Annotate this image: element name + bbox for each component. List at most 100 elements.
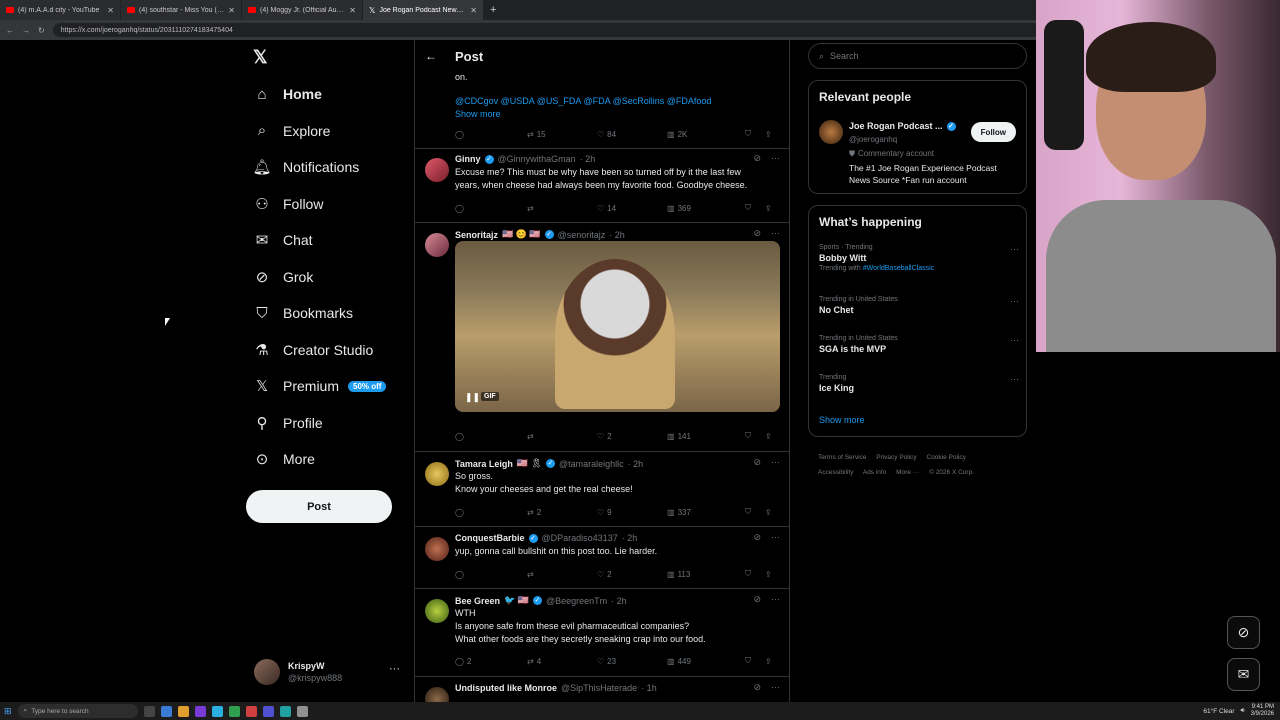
- more-icon[interactable]: ···: [1010, 374, 1019, 384]
- app-icon[interactable]: [160, 705, 172, 717]
- more-icon[interactable]: ···: [1010, 244, 1019, 254]
- post-button[interactable]: Post: [246, 490, 392, 523]
- arrow-left-icon[interactable]: ←: [425, 49, 437, 63]
- reply-button[interactable]: ◯: [455, 570, 527, 579]
- repost-button[interactable]: ⇄: [527, 204, 597, 213]
- app-icon[interactable]: [177, 705, 189, 717]
- more-icon[interactable]: ···: [771, 532, 780, 543]
- author-handle[interactable]: @GinnywithaGman: [498, 154, 576, 164]
- grok-icon[interactable]: ⊘: [753, 594, 761, 605]
- views-button[interactable]: ▥ 369: [667, 204, 745, 213]
- author-name[interactable]: Ginny: [455, 154, 481, 164]
- grok-fab-button[interactable]: ⊘: [1227, 616, 1260, 649]
- footer-link[interactable]: Ads info: [863, 469, 887, 476]
- grok-icon[interactable]: ⊘: [753, 532, 761, 543]
- share-icon[interactable]: ⇪: [765, 570, 772, 579]
- views-button[interactable]: ▥ 449: [667, 657, 745, 666]
- new-tab-icon[interactable]: +: [484, 4, 502, 16]
- like-button[interactable]: ♡ 9: [597, 508, 667, 517]
- author-name[interactable]: ConquestBarbie: [455, 533, 525, 543]
- nav-profile[interactable]: ⚲ Profile: [246, 405, 406, 442]
- messages-fab-button[interactable]: ✉: [1227, 658, 1260, 691]
- trend-item[interactable]: Sports · Trending Bobby Witt Trending wi…: [819, 244, 1019, 272]
- reply-button[interactable]: ◯ 2: [455, 657, 527, 666]
- nav-grok[interactable]: ⊘ Grok: [246, 259, 406, 296]
- nav-bookmarks[interactable]: ⛉ Bookmarks: [246, 295, 406, 332]
- nav-more[interactable]: ⊙ More: [246, 441, 406, 478]
- author-handle[interactable]: @senoritajz: [558, 230, 606, 240]
- reply-tweet[interactable]: Bee Green 🐦 🇺🇸 ✓ @BeegreenTm · 2h ⊘ ··· WTH Is…: [415, 590, 789, 677]
- browser-tab-youtube-2[interactable]: (4) southstar - Miss You (Extended✕: [121, 0, 241, 20]
- views-button[interactable]: ▥ 141: [667, 432, 745, 441]
- nav-notifications[interactable]: 🔔︎ Notifications: [246, 149, 406, 186]
- views-button[interactable]: ▥ 113: [667, 570, 745, 579]
- nav-follow[interactable]: ⚇ Follow: [246, 186, 406, 223]
- browser-tab-youtube-3[interactable]: (4) Moggy Jr. (Official Audio) - Ra✕: [242, 0, 362, 20]
- app-icon[interactable]: [262, 705, 274, 717]
- like-button[interactable]: ♡ 23: [597, 657, 667, 666]
- close-tab-icon[interactable]: ✕: [107, 6, 114, 15]
- trend-item[interactable]: Trending Ice King ···: [819, 374, 1019, 393]
- views-button[interactable]: ▥ 337: [667, 508, 745, 517]
- app-icon[interactable]: [296, 705, 308, 717]
- reply-button[interactable]: ◯: [455, 508, 527, 517]
- search-input[interactable]: ⌕ Search: [808, 43, 1027, 69]
- weather-widget[interactable]: 61°F Clear: [1203, 708, 1234, 715]
- browser-tab-x-active[interactable]: 𝕏Joe Rogan Podcast News on X: "I✕: [363, 0, 483, 20]
- show-more-link[interactable]: Show more: [455, 109, 501, 119]
- footer-link[interactable]: Terms of Service: [818, 454, 866, 461]
- footer-link[interactable]: Cookie Policy: [927, 454, 966, 461]
- back-nav-icon[interactable]: ←: [6, 26, 14, 35]
- reply-button[interactable]: ◯: [455, 432, 527, 441]
- like-button[interactable]: ♡ 2: [597, 570, 667, 579]
- more-icon[interactable]: ···: [771, 457, 780, 468]
- grok-icon[interactable]: ⊘: [753, 682, 761, 693]
- bookmark-icon[interactable]: ⛉: [745, 431, 765, 441]
- author-name[interactable]: Senoritajz: [455, 230, 498, 240]
- windows-start-icon[interactable]: ⊞: [4, 706, 12, 717]
- more-icon[interactable]: ···: [1010, 335, 1019, 345]
- like-button[interactable]: ♡ 84: [597, 130, 667, 139]
- reply-button[interactable]: ◯: [455, 204, 527, 213]
- app-icon[interactable]: [194, 705, 206, 717]
- author-handle[interactable]: @tamaraleighllc: [559, 459, 624, 469]
- author-name[interactable]: Undisputed like Monroe: [455, 683, 557, 693]
- like-button[interactable]: ♡ 2: [597, 432, 667, 441]
- nav-creator-studio[interactable]: ⚗ Creator Studio: [246, 332, 406, 369]
- author-name[interactable]: Tamara Leigh: [455, 459, 513, 469]
- more-icon[interactable]: ···: [771, 682, 780, 693]
- x-logo-icon[interactable]: 𝕏: [253, 47, 273, 67]
- share-icon[interactable]: ⇪: [765, 204, 772, 213]
- trend-item[interactable]: Trending in United States No Chet ···: [819, 296, 1019, 315]
- app-icon[interactable]: [228, 705, 240, 717]
- more-icon[interactable]: ···: [771, 594, 780, 605]
- repost-button[interactable]: ⇄ 15: [527, 130, 597, 139]
- nav-premium[interactable]: 𝕏 Premium 50% off: [246, 368, 406, 405]
- more-icon[interactable]: ···: [1010, 296, 1019, 306]
- repost-button[interactable]: ⇄: [527, 570, 597, 579]
- close-tab-icon[interactable]: ✕: [470, 6, 477, 15]
- gif-media[interactable]: ❚❚ GIF: [455, 241, 780, 412]
- taskbar-search-input[interactable]: ⌕ Type here to search: [17, 704, 138, 718]
- reply-button[interactable]: ◯: [455, 130, 527, 139]
- account-switcher[interactable]: KrispyW @krispyw888 ···: [254, 657, 404, 687]
- bookmark-icon[interactable]: ⛉: [745, 656, 765, 666]
- close-tab-icon[interactable]: ✕: [228, 6, 235, 15]
- bookmark-icon[interactable]: ⛉: [745, 203, 765, 213]
- bookmark-icon[interactable]: ⛉: [745, 569, 765, 579]
- reply-tweet[interactable]: Tamara Leigh 🇺🇸 🎗 ✓ @tamaraleighllc · 2h ⊘ ··…: [415, 453, 789, 527]
- pause-icon[interactable]: ❚❚: [465, 392, 480, 403]
- browser-tab-youtube-1[interactable]: (4) m.A.A.d city - YouTube ✕: [0, 0, 120, 20]
- grok-icon[interactable]: ⊘: [753, 153, 761, 164]
- repost-button[interactable]: ⇄: [527, 432, 597, 441]
- nav-explore[interactable]: ⌕ Explore: [246, 113, 406, 150]
- grok-icon[interactable]: ⊘: [753, 457, 761, 468]
- footer-link[interactable]: Accessibility: [818, 469, 853, 476]
- mention-links[interactable]: @CDCgov @USDA @US_FDA @FDA @SecRollins @…: [455, 96, 711, 106]
- share-icon[interactable]: ⇪: [765, 508, 772, 517]
- app-icon[interactable]: [211, 705, 223, 717]
- app-icon[interactable]: [279, 705, 291, 717]
- reply-tweet[interactable]: ConquestBarbie ✓ @DParadiso43137 · 2h ⊘ ··· …: [415, 528, 789, 589]
- share-icon[interactable]: ⇪: [765, 130, 772, 139]
- reply-tweet[interactable]: Ginny ✓ @GinnywithaGman · 2h ⊘ ··· Excuse me…: [415, 149, 789, 223]
